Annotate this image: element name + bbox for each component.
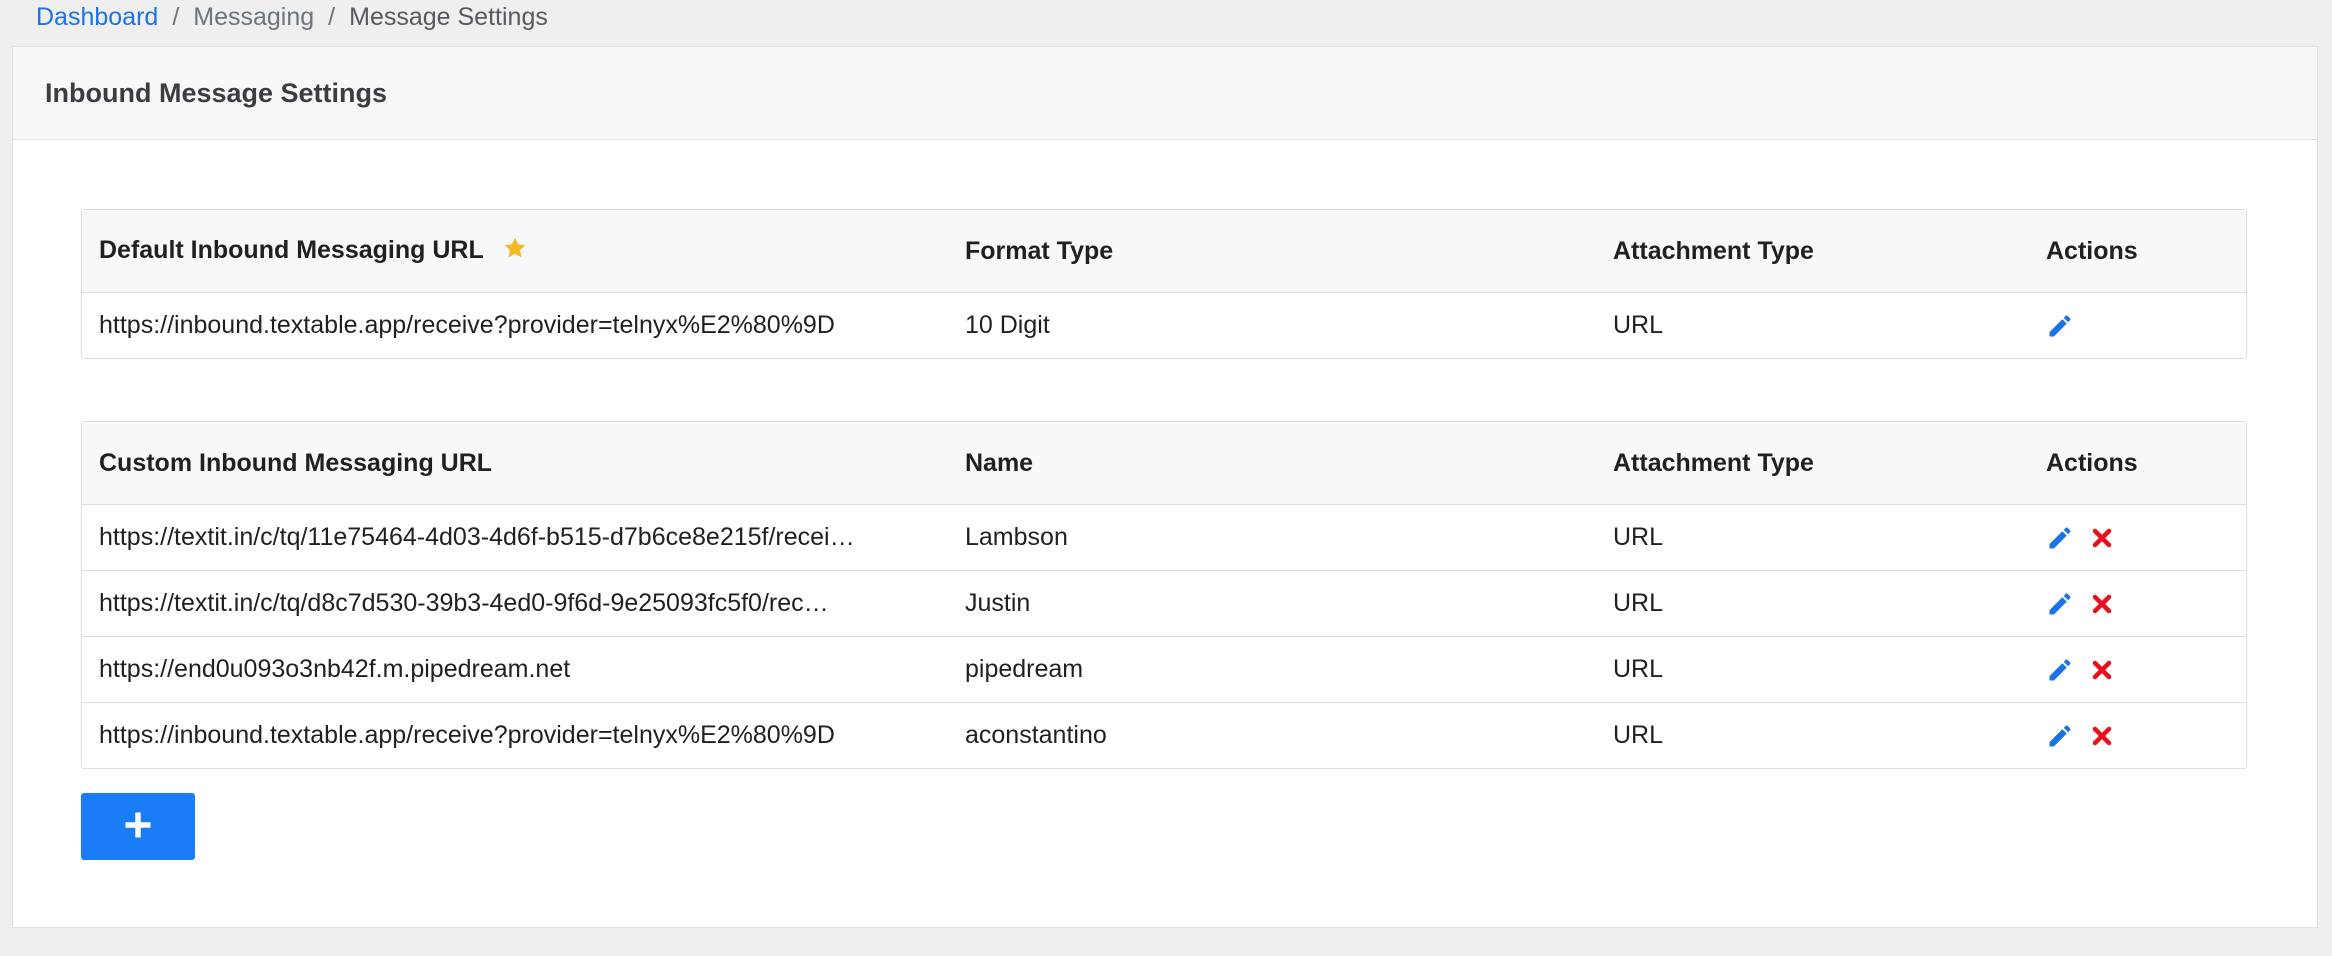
actions-cell: [2029, 722, 2246, 750]
table-row: https://textit.in/c/tq/11e75464-4d03-4d6…: [82, 504, 2246, 570]
star-icon: [502, 235, 528, 268]
column-header-attachment-type: Attachment Type: [1613, 236, 1814, 265]
custom-url-table: Custom Inbound Messaging URL Name Attach…: [81, 421, 2247, 769]
plus-icon: [125, 812, 151, 841]
custom-url-cell: https://end0u093o3nb42f.m.pipedream.net: [99, 655, 571, 683]
column-header-default-url: Default Inbound Messaging URL: [82, 235, 948, 268]
edit-pencil-icon[interactable]: [2046, 312, 2074, 340]
page-title: Inbound Message Settings: [45, 77, 388, 108]
name-cell: Justin: [965, 589, 1031, 617]
custom-url-cell: https://textit.in/c/tq/11e75464-4d03-4d6…: [99, 523, 855, 551]
delete-close-icon[interactable]: [2088, 524, 2116, 552]
attachment-type-cell: URL: [1613, 721, 1664, 749]
attachment-type-cell: URL: [1613, 589, 1664, 617]
table-row: https://inbound.textable.app/receive?pro…: [82, 292, 2246, 358]
edit-pencil-icon[interactable]: [2046, 524, 2074, 552]
card-header: Inbound Message Settings: [13, 47, 2317, 140]
breadcrumb-current: Message Settings: [349, 2, 548, 31]
default-url-table: Default Inbound Messaging URL Format Typ…: [81, 209, 2247, 359]
edit-pencil-icon[interactable]: [2046, 656, 2074, 684]
column-header-actions: Actions: [2046, 236, 2138, 265]
breadcrumb-separator: /: [172, 2, 180, 31]
column-header-format-type: Format Type: [965, 236, 1114, 265]
column-header-name: Name: [965, 448, 1034, 477]
table-header-row: Default Inbound Messaging URL Format Typ…: [82, 210, 2246, 292]
attachment-type-cell: URL: [1613, 523, 1664, 551]
table-header-row: Custom Inbound Messaging URL Name Attach…: [82, 422, 2246, 504]
format-type-cell: 10 Digit: [965, 311, 1050, 339]
column-header-attachment-type: Attachment Type: [1613, 448, 1814, 477]
table-row: https://textit.in/c/tq/d8c7d530-39b3-4ed…: [82, 570, 2246, 636]
actions-cell: [2029, 590, 2246, 618]
actions-cell: [2029, 524, 2246, 552]
add-url-button[interactable]: [81, 793, 195, 860]
actions-cell: [2029, 656, 2246, 684]
breadcrumb-separator: /: [328, 2, 336, 31]
column-header-actions: Actions: [2046, 448, 2138, 477]
attachment-type-cell: URL: [1613, 655, 1664, 683]
custom-url-cell: https://textit.in/c/tq/d8c7d530-39b3-4ed…: [99, 589, 829, 617]
column-header-custom-url: Custom Inbound Messaging URL: [99, 448, 493, 477]
name-cell: pipedream: [965, 655, 1084, 683]
breadcrumb-dashboard-link[interactable]: Dashboard: [36, 3, 158, 32]
delete-close-icon[interactable]: [2088, 656, 2116, 684]
table-row: https://end0u093o3nb42f.m.pipedream.net …: [82, 636, 2246, 702]
edit-pencil-icon[interactable]: [2046, 722, 2074, 750]
actions-cell: [2029, 312, 2246, 340]
breadcrumb: Dashboard / Messaging / Message Settings: [36, 0, 548, 34]
delete-close-icon[interactable]: [2088, 722, 2116, 750]
inbound-settings-card: Inbound Message Settings Default Inbound…: [12, 46, 2318, 928]
name-cell: Lambson: [965, 523, 1068, 551]
attachment-type-cell: URL: [1613, 311, 1664, 339]
name-cell: aconstantino: [965, 721, 1107, 749]
table-row: https://inbound.textable.app/receive?pro…: [82, 702, 2246, 768]
default-url-cell: https://inbound.textable.app/receive?pro…: [99, 311, 835, 339]
breadcrumb-messaging: Messaging: [193, 2, 315, 31]
custom-url-cell: https://inbound.textable.app/receive?pro…: [99, 721, 835, 749]
edit-pencil-icon[interactable]: [2046, 590, 2074, 618]
delete-close-icon[interactable]: [2088, 590, 2116, 618]
